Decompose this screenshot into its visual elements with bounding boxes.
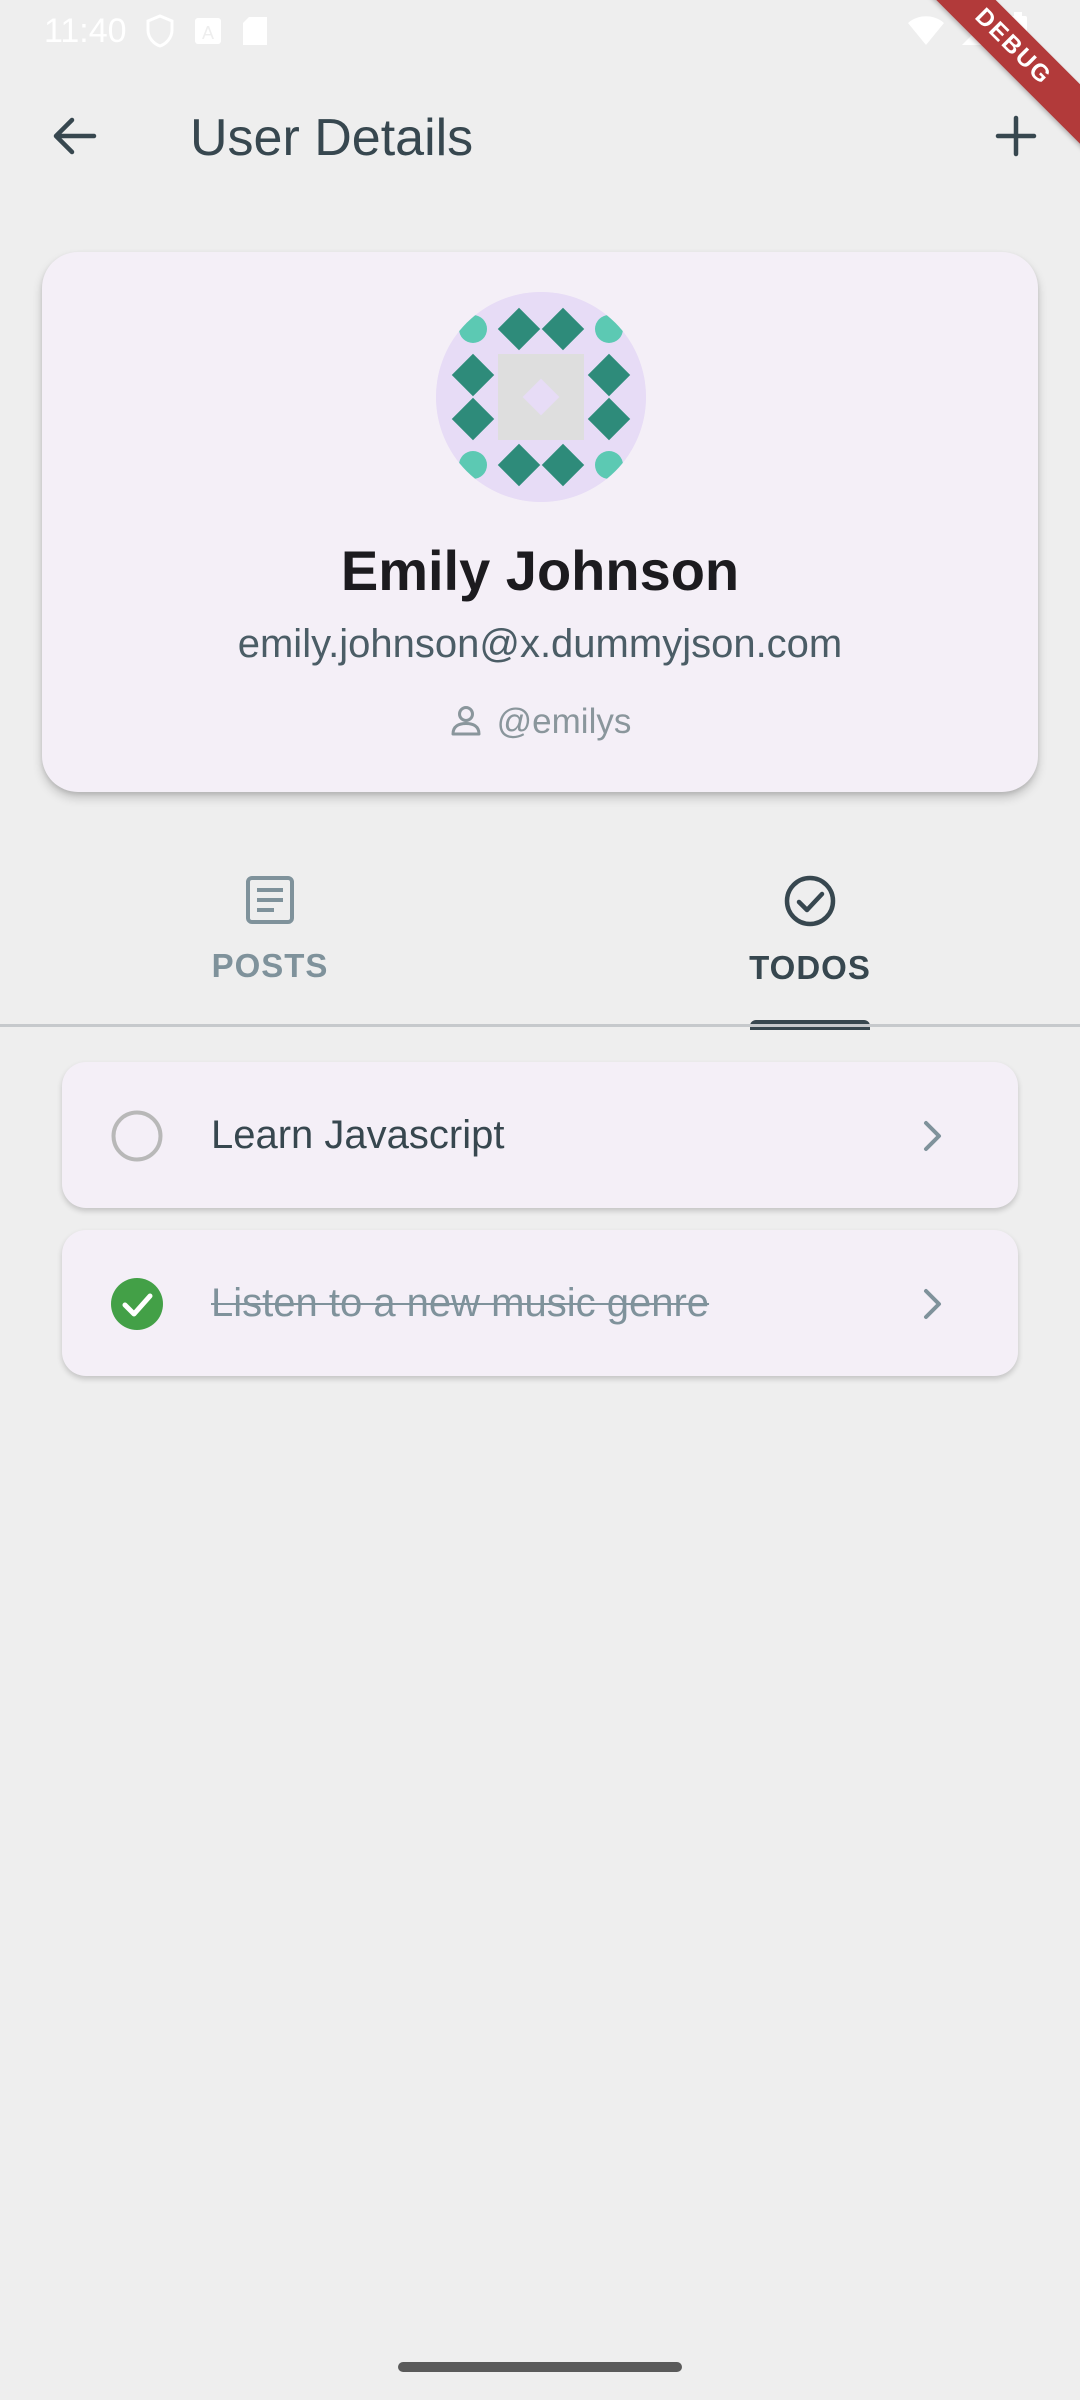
plus-icon — [994, 114, 1038, 163]
avatar[interactable] — [436, 292, 646, 502]
tab-bar: POSTS TODOS — [0, 850, 1080, 1030]
check-circle-outline-icon — [783, 874, 837, 933]
person-icon — [449, 703, 483, 742]
app-bar: User Details — [0, 70, 1080, 200]
unchecked-circle-icon[interactable] — [110, 1109, 164, 1163]
tab-posts-label: POSTS — [211, 947, 329, 984]
tab-todos[interactable]: TODOS — [540, 850, 1080, 1028]
todo-text: Learn Javascript — [211, 1112, 505, 1157]
wifi-icon — [906, 13, 946, 52]
back-button[interactable] — [34, 102, 114, 174]
article-icon — [244, 874, 296, 931]
user-email: emily.johnson@x.dummyjson.com — [237, 622, 843, 666]
page-title: User Details — [190, 109, 474, 167]
tab-divider — [0, 1024, 1080, 1027]
shield-icon — [145, 14, 175, 48]
add-button[interactable] — [976, 102, 1056, 174]
username: @emilys — [496, 702, 632, 741]
status-bar: 11:40 A — [0, 0, 1080, 62]
user-name: Emily Johnson — [340, 539, 740, 602]
check-circle-filled-icon[interactable] — [110, 1277, 164, 1331]
profile-card: Emily Johnson emily.johnson@x.dummyjson.… — [42, 252, 1038, 792]
svg-text:A: A — [202, 23, 214, 43]
avatar-pattern-icon — [436, 292, 646, 502]
list-item[interactable]: Learn Javascript — [62, 1062, 1018, 1208]
tab-todos-label: TODOS — [749, 949, 871, 986]
arrow-back-icon — [50, 114, 98, 163]
chevron-right-icon — [908, 1109, 958, 1163]
todo-text: Listen to a new music genre — [211, 1280, 710, 1325]
sd-card-icon — [241, 15, 269, 47]
list-item[interactable]: Listen to a new music genre — [62, 1230, 1018, 1376]
tab-posts[interactable]: POSTS — [0, 850, 540, 1028]
home-indicator[interactable] — [398, 2362, 682, 2372]
status-time: 11:40 — [44, 11, 127, 50]
username-row: @emilys — [42, 702, 1038, 742]
chevron-right-icon — [908, 1277, 958, 1331]
text-a-icon: A — [193, 16, 223, 46]
